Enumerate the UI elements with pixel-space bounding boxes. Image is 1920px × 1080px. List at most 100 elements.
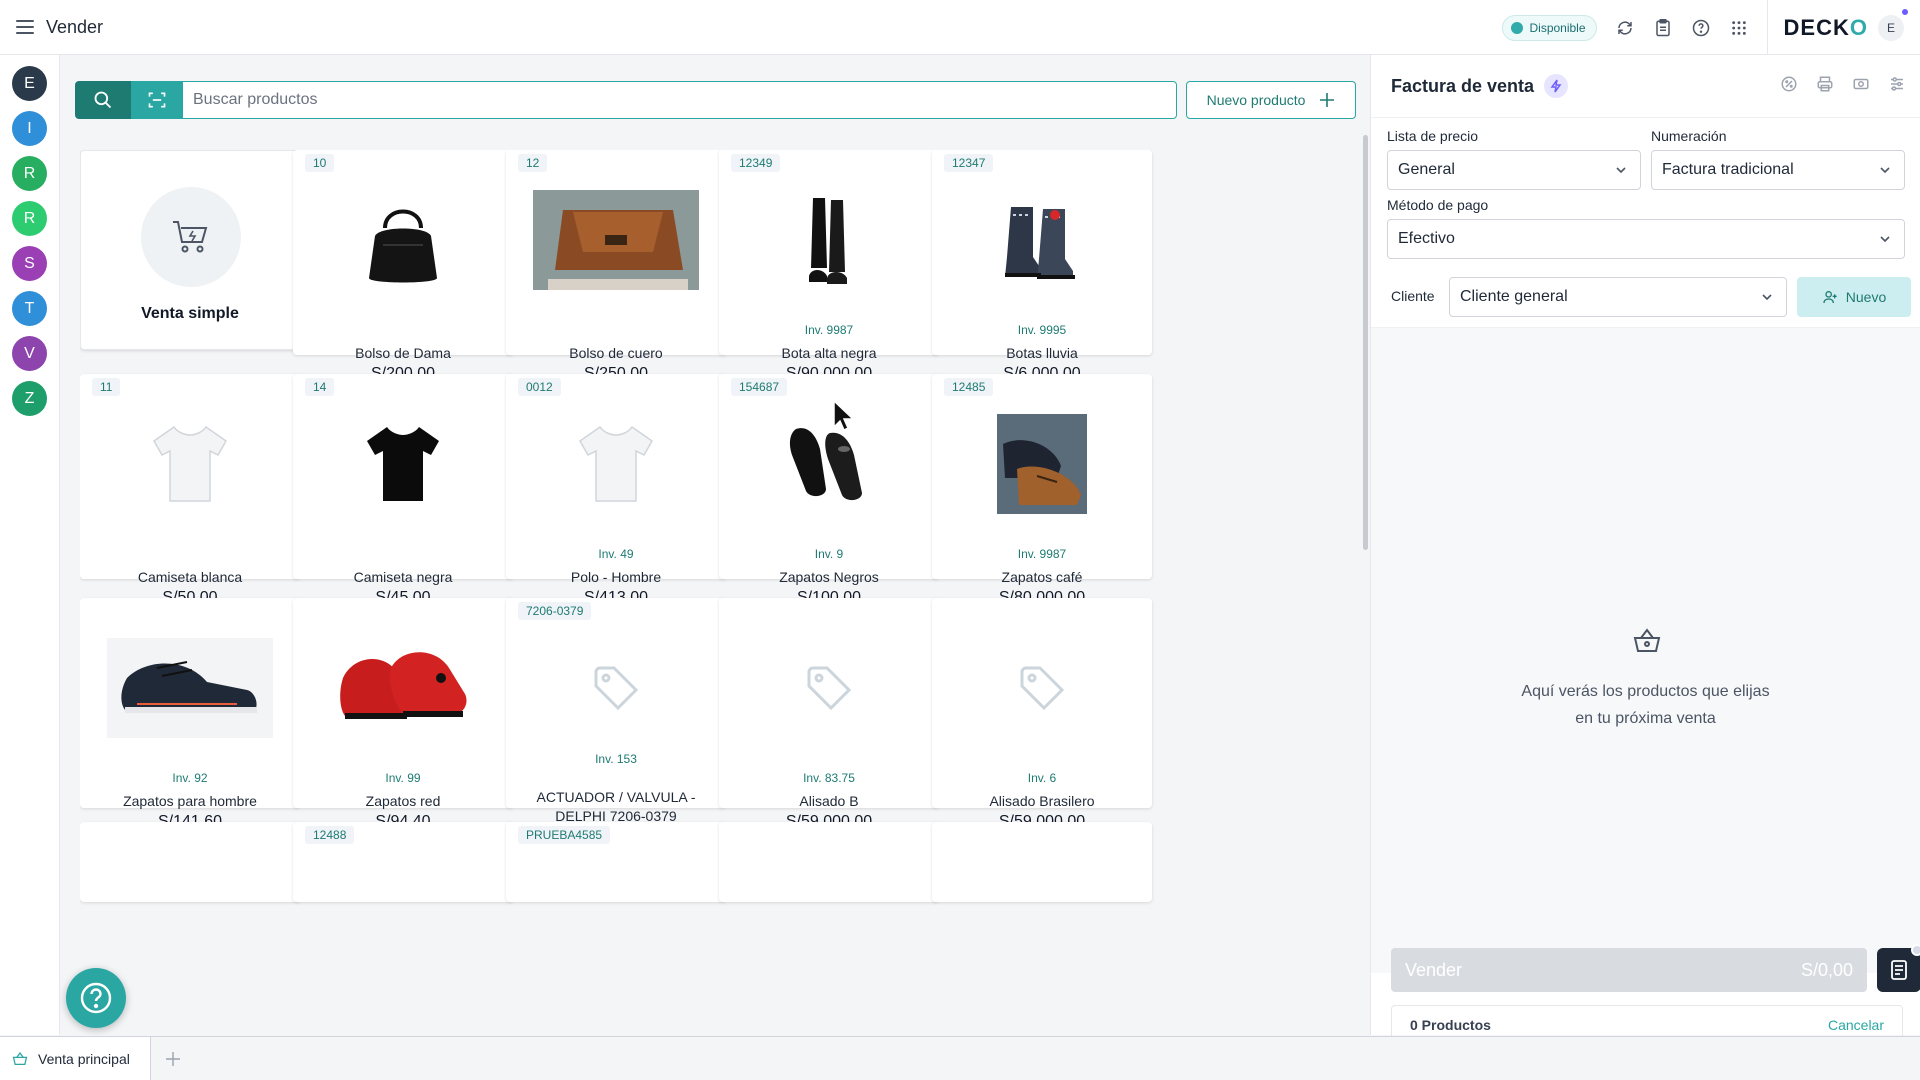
favorite-star-icon[interactable]: [686, 822, 714, 850]
bolt-icon[interactable]: [1544, 74, 1569, 98]
rail-avatar[interactable]: E: [12, 66, 47, 101]
favorite-star-icon[interactable]: [1112, 598, 1140, 626]
settings-sliders-icon[interactable]: [1888, 75, 1906, 93]
product-name: Zapatos Negros: [779, 569, 879, 585]
product-card[interactable]: PRUEBA4585: [506, 822, 726, 902]
cash-drawer-icon[interactable]: [1852, 75, 1870, 93]
product-name: Bolso de Dama: [355, 345, 451, 361]
favorite-star-icon[interactable]: [686, 598, 714, 626]
status-label: Disponible: [1529, 20, 1586, 35]
rail-avatar[interactable]: I: [12, 111, 47, 146]
product-name: Zapatos café: [1001, 569, 1083, 585]
simple-sale-card[interactable]: Venta simple: [80, 150, 300, 350]
product-card[interactable]: Inv. 83.75Alisado BS/59.000,00: [719, 598, 939, 830]
favorite-star-icon[interactable]: [899, 150, 927, 178]
product-name: Botas lluvia: [1006, 345, 1078, 361]
add-tab-button[interactable]: [151, 1037, 195, 1080]
favorite-star-icon[interactable]: [473, 598, 501, 626]
sale-tabs: Venta principal: [0, 1036, 1920, 1080]
favorite-star-icon[interactable]: [899, 374, 927, 402]
grid-scrollbar[interactable]: [1363, 135, 1368, 550]
apps-grid-icon[interactable]: [1729, 18, 1749, 38]
product-card[interactable]: 0012Inv. 49Polo - HombreS/413,00: [506, 374, 726, 606]
clipboard-icon[interactable]: [1653, 18, 1673, 38]
sync-icon[interactable]: [1615, 18, 1635, 38]
product-image: [719, 190, 939, 290]
payment-method-select[interactable]: Efectivo: [1387, 219, 1905, 259]
product-card[interactable]: Inv. 99Zapatos redS/94,40: [293, 598, 513, 830]
product-name: Zapatos para hombre: [123, 793, 257, 809]
sell-button[interactable]: Vender S/0,00: [1391, 948, 1867, 992]
rail-avatar[interactable]: V: [12, 336, 47, 371]
basket-icon: [1633, 628, 1661, 652]
product-card[interactable]: 12485Inv. 9987Zapatos caféS/80.000,00: [932, 374, 1152, 606]
rail-avatar[interactable]: Z: [12, 381, 47, 416]
inventory-count: Inv. 9995: [1017, 323, 1067, 337]
status-icon: [1511, 21, 1524, 34]
product-image: [80, 638, 300, 738]
rail-avatar[interactable]: R: [12, 156, 47, 191]
help-chat-button[interactable]: [66, 968, 126, 1028]
simple-sale-label: Venta simple: [141, 305, 239, 322]
favorite-star-icon[interactable]: [260, 374, 288, 402]
tab-main-sale[interactable]: Venta principal: [0, 1037, 151, 1080]
numbering-select[interactable]: Factura tradicional: [1651, 150, 1905, 190]
favorite-star-icon[interactable]: [473, 822, 501, 850]
favorite-star-icon[interactable]: [1112, 822, 1140, 850]
receipt-button[interactable]: [1877, 944, 1920, 992]
product-card[interactable]: 10Bolso de DamaS/200,00: [293, 150, 513, 382]
price-list-select[interactable]: General: [1387, 150, 1641, 190]
favorite-star-icon[interactable]: [899, 822, 927, 850]
product-card[interactable]: 154687Inv. 9Zapatos NegrosS/100,00: [719, 374, 939, 606]
favorite-star-icon[interactable]: [473, 374, 501, 402]
product-card[interactable]: 12349Inv. 9987Bota alta negraS/90.000,00: [719, 150, 939, 382]
help-icon[interactable]: [1691, 18, 1711, 38]
chevron-down-icon: [1616, 167, 1626, 174]
barcode-scan-button[interactable]: [131, 81, 183, 119]
product-card[interactable]: [719, 822, 939, 902]
product-name: Polo - Hombre: [570, 569, 662, 585]
product-card[interactable]: 12347Inv. 9995Botas lluviaS/6.000,00: [932, 150, 1152, 382]
rail-avatar[interactable]: T: [12, 291, 47, 326]
client-label: Cliente: [1391, 288, 1435, 304]
product-code: 154687: [731, 378, 788, 396]
rail-avatar[interactable]: R: [12, 201, 47, 236]
hamburger-menu-icon[interactable]: [16, 20, 34, 34]
inventory-count: Inv. 92: [172, 771, 208, 785]
discount-icon[interactable]: [1780, 75, 1798, 93]
favorite-star-icon[interactable]: [473, 150, 501, 178]
product-card[interactable]: [80, 822, 300, 902]
plus-icon: [165, 1052, 180, 1066]
inventory-count: Inv. 9: [814, 547, 844, 561]
product-card[interactable]: 14Camiseta negraS/45,00: [293, 374, 513, 606]
product-card[interactable]: Inv. 6Alisado BrasileroS/59.000,00: [932, 598, 1152, 830]
favorite-star-icon[interactable]: [1112, 150, 1140, 178]
search-input[interactable]: [183, 81, 1177, 119]
product-card[interactable]: [932, 822, 1152, 902]
favorite-star-icon[interactable]: [1112, 374, 1140, 402]
user-avatar[interactable]: E: [1878, 8, 1908, 41]
empty-cart-area: Aquí verás los productos que elijas en t…: [1371, 328, 1920, 973]
cancel-link[interactable]: Cancelar: [1828, 1017, 1884, 1033]
new-product-button[interactable]: Nuevo producto: [1186, 81, 1356, 119]
invoice-title: Factura de venta: [1391, 75, 1535, 96]
favorite-star-icon[interactable]: [260, 598, 288, 626]
product-card[interactable]: 11Camiseta blancaS/50,00: [80, 374, 300, 606]
favorite-star-icon[interactable]: [686, 374, 714, 402]
print-icon[interactable]: [1816, 75, 1834, 93]
product-card[interactable]: 7206-0379 Inv. 153 ACTUADOR / VALVULA - DE…: [506, 598, 726, 844]
new-client-button[interactable]: Nuevo: [1797, 277, 1911, 317]
favorite-star-icon[interactable]: [260, 822, 288, 850]
product-card[interactable]: 12Bolso de cueroS/250,00: [506, 150, 726, 382]
rail-avatar[interactable]: S: [12, 246, 47, 281]
search-button[interactable]: [75, 81, 131, 119]
search-icon: [94, 91, 112, 109]
product-card[interactable]: 12488: [293, 822, 513, 902]
product-card[interactable]: Inv. 92Zapatos para hombreS/141,60: [80, 598, 300, 830]
receipt-icon: [1891, 960, 1907, 980]
favorite-star-icon[interactable]: [899, 598, 927, 626]
favorite-star-icon[interactable]: [686, 150, 714, 178]
question-icon: [80, 982, 112, 1014]
status-badge[interactable]: Disponible: [1502, 14, 1597, 41]
client-select[interactable]: Cliente general: [1449, 277, 1787, 317]
